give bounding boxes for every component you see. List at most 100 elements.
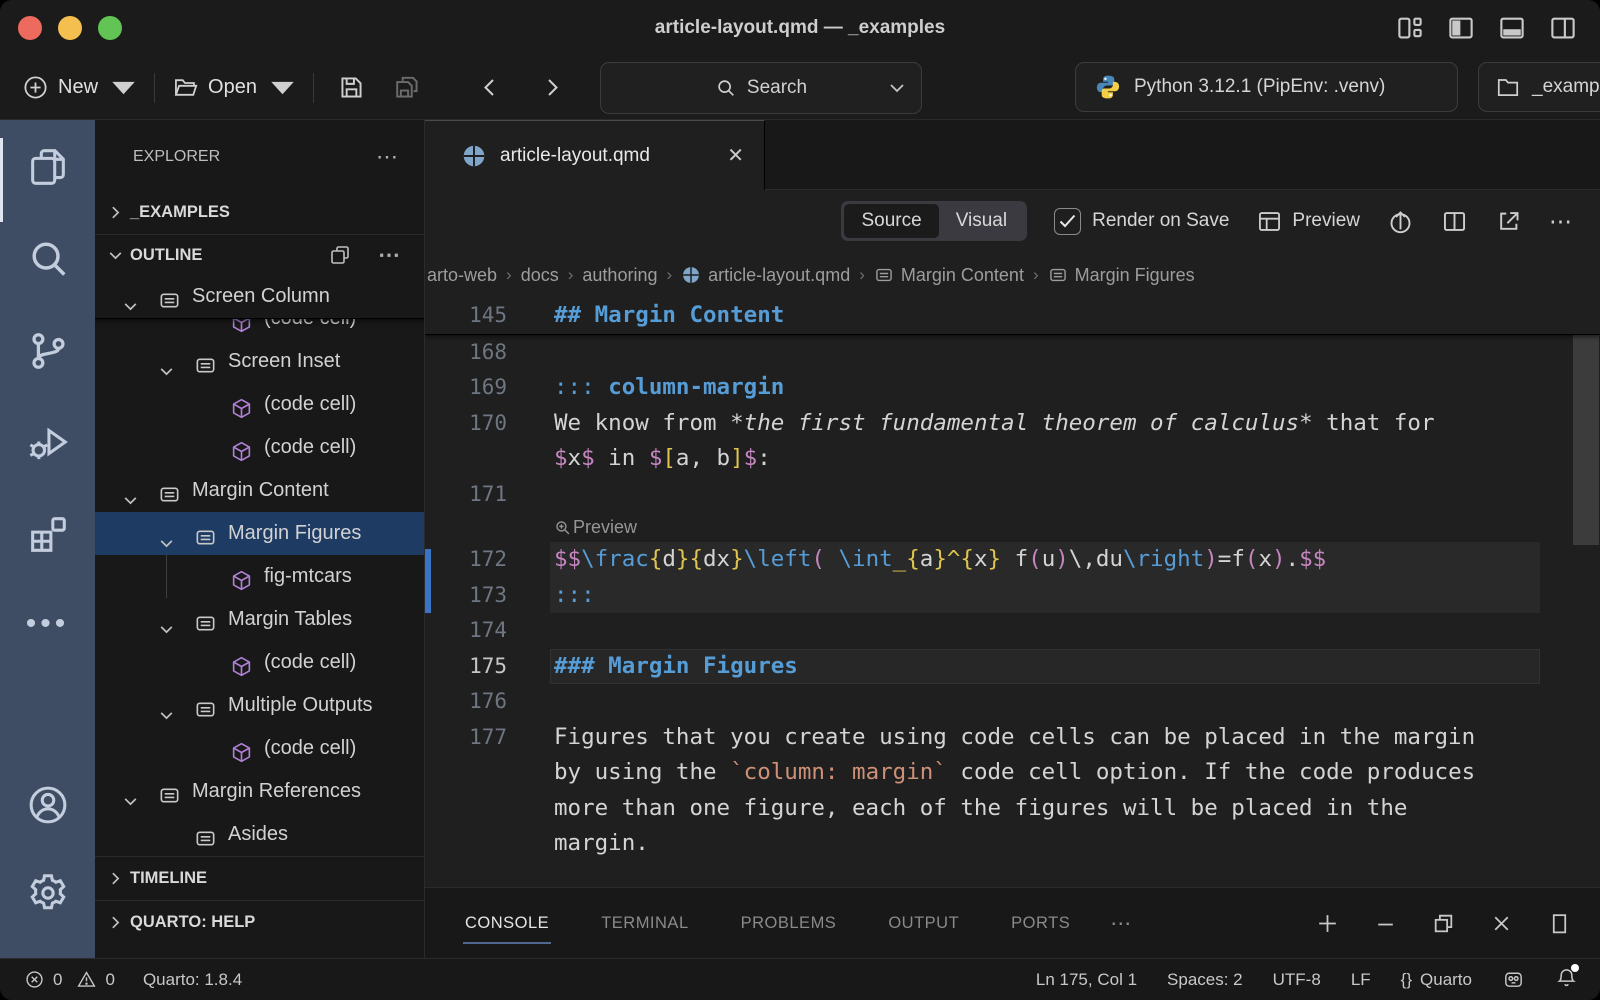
navigate-forward-icon[interactable] xyxy=(540,73,564,102)
code-line[interactable]: by using the `column: margin` code cell … xyxy=(425,755,1600,791)
chevron-down-icon[interactable] xyxy=(122,783,139,800)
workspace-selector[interactable]: _examples xyxy=(1478,62,1600,112)
navigate-back-icon[interactable] xyxy=(478,73,502,102)
save-all-icon[interactable] xyxy=(393,73,422,102)
feedback-icon[interactable] xyxy=(1502,968,1525,991)
preview-button[interactable]: Preview xyxy=(1256,208,1360,235)
timeline-section-header[interactable]: TIMELINE xyxy=(95,856,424,900)
split-editor-icon[interactable] xyxy=(1441,208,1468,235)
save-icon[interactable] xyxy=(337,73,366,102)
panel-tab-terminal[interactable]: TERMINAL xyxy=(601,914,688,933)
customize-layout-icon[interactable] xyxy=(1395,13,1425,43)
toggle-bottom-panel-icon[interactable] xyxy=(1497,13,1527,43)
code-line[interactable]: 176 xyxy=(425,684,1600,720)
render-on-save-checkbox[interactable] xyxy=(1054,208,1081,235)
collapse-all-icon[interactable] xyxy=(328,243,352,267)
eol-status[interactable]: LF xyxy=(1351,970,1371,990)
editor-scrollbar[interactable] xyxy=(1573,300,1599,545)
explorer-more-icon[interactable]: ⋯ xyxy=(376,144,400,170)
cursor-position-status[interactable]: Ln 175, Col 1 xyxy=(1036,970,1137,990)
outline-item[interactable]: Margin Tables xyxy=(95,598,424,641)
outline-item[interactable]: Multiple Outputs xyxy=(95,684,424,727)
outline-item[interactable]: Margin Figures xyxy=(95,512,424,555)
code-line[interactable]: 173::: xyxy=(425,578,1600,614)
outline-item[interactable]: Asides xyxy=(95,813,424,856)
panel-tab-problems[interactable]: PROBLEMS xyxy=(741,914,837,933)
breadcrumb-item[interactable]: Margin Content xyxy=(874,265,1024,286)
indentation-status[interactable]: Spaces: 2 xyxy=(1167,970,1243,990)
panel-restore-icon[interactable] xyxy=(1431,911,1456,936)
breadcrumb-item[interactable]: authoring xyxy=(582,265,657,286)
account-icon[interactable] xyxy=(25,782,71,828)
chevron-down-icon[interactable] xyxy=(158,611,175,628)
outline-item[interactable]: Margin Content xyxy=(95,469,424,512)
language-mode-status[interactable]: {} Quarto xyxy=(1401,970,1472,990)
breadcrumb-item[interactable]: article-layout.qmd xyxy=(681,265,850,286)
global-search-input[interactable]: Search xyxy=(600,62,922,114)
run-debug-icon[interactable] xyxy=(25,420,71,466)
editor-pane[interactable]: 145## Margin Content168169::: column-mar… xyxy=(425,298,1600,887)
code-line[interactable]: margin. xyxy=(425,826,1600,862)
code-line[interactable]: 168 xyxy=(425,335,1600,371)
outline-item[interactable]: (code cell) xyxy=(95,641,424,684)
search-view-icon[interactable] xyxy=(25,236,71,282)
panel-more-icon[interactable]: ⋯ xyxy=(1110,911,1133,936)
encoding-status[interactable]: UTF-8 xyxy=(1273,970,1321,990)
code-line[interactable]: more than one figure, each of the figure… xyxy=(425,791,1600,827)
open-external-icon[interactable] xyxy=(1495,208,1522,235)
outline-item[interactable]: (code cell) xyxy=(95,319,424,340)
visual-mode-button[interactable]: Visual xyxy=(939,204,1024,238)
toggle-left-panel-icon[interactable] xyxy=(1446,13,1476,43)
outline-item[interactable]: (code cell) xyxy=(95,727,424,770)
more-views-icon[interactable]: ••• xyxy=(25,604,71,650)
chevron-down-icon[interactable] xyxy=(158,525,175,542)
panel-plus-icon[interactable] xyxy=(1315,911,1340,936)
code-line[interactable]: 177Figures that you create using code ce… xyxy=(425,720,1600,756)
panel-tab-output[interactable]: OUTPUT xyxy=(888,914,959,933)
explorer-icon[interactable] xyxy=(25,144,71,190)
breadcrumb-item[interactable]: Margin Figures xyxy=(1048,265,1195,286)
problems-status[interactable]: 0 0 xyxy=(24,969,115,990)
panel-tab-console[interactable]: CONSOLE xyxy=(465,914,549,933)
quarto-version-status[interactable]: Quarto: 1.8.4 xyxy=(143,970,242,990)
extensions-icon[interactable] xyxy=(25,512,71,558)
render-icon[interactable] xyxy=(1387,208,1414,235)
outline-section-header[interactable]: OUTLINE ⋯ xyxy=(95,234,424,275)
quarto-help-section-header[interactable]: QUARTO: HELP xyxy=(95,900,424,944)
outline-item[interactable]: Screen Column xyxy=(95,275,424,319)
outline-item[interactable]: (code cell) xyxy=(95,426,424,469)
outline-item[interactable]: Margin References xyxy=(95,770,424,813)
outline-more-icon[interactable]: ⋯ xyxy=(378,242,402,268)
notifications-bell[interactable] xyxy=(1555,966,1578,994)
panel-minimize-icon[interactable] xyxy=(1373,911,1398,936)
editor-tab[interactable]: article-layout.qmd ✕ xyxy=(425,120,765,190)
panel-close-icon[interactable] xyxy=(1489,911,1514,936)
new-file-button[interactable]: New xyxy=(22,74,137,101)
close-tab-icon[interactable]: ✕ xyxy=(727,143,744,168)
settings-gear-icon[interactable] xyxy=(25,870,71,916)
code-line[interactable]: $x$ in $[a, b]$: xyxy=(425,441,1600,477)
source-mode-button[interactable]: Source xyxy=(844,204,938,238)
toggle-right-panel-icon[interactable] xyxy=(1548,13,1578,43)
code-line[interactable]: 169::: column-margin xyxy=(425,370,1600,406)
math-preview-codelens[interactable]: Preview xyxy=(554,512,637,542)
outline-item[interactable]: fig-mtcars xyxy=(95,555,424,598)
breadcrumb-item[interactable]: arto-web xyxy=(427,265,497,286)
chevron-down-icon[interactable] xyxy=(158,697,175,714)
outline-item[interactable]: Screen Inset xyxy=(95,340,424,383)
files-section-header[interactable]: _EXAMPLES xyxy=(95,190,424,234)
code-line[interactable]: 175### Margin Figures xyxy=(425,649,1600,685)
chevron-down-icon[interactable] xyxy=(122,482,139,499)
outline-item[interactable]: (code cell) xyxy=(95,383,424,426)
code-line[interactable]: 170We know from *the first fundamental t… xyxy=(425,406,1600,442)
chevron-down-icon[interactable] xyxy=(122,288,139,305)
code-line[interactable]: 145## Margin Content xyxy=(425,298,1600,335)
open-button[interactable]: Open xyxy=(172,74,296,101)
interpreter-selector[interactable]: Python 3.12.1 (PipEnv: .venv) xyxy=(1075,62,1458,112)
panel-tab-ports[interactable]: PORTS xyxy=(1011,914,1070,933)
render-on-save-control[interactable]: Render on Save xyxy=(1054,208,1229,235)
code-line[interactable]: 172$$\frac{d}{dx}\left( \int_{a}^{x} f(u… xyxy=(425,542,1600,578)
code-line[interactable]: 171 xyxy=(425,477,1600,513)
breadcrumb-item[interactable]: docs xyxy=(521,265,559,286)
panel-layout-icon[interactable] xyxy=(1547,911,1572,936)
